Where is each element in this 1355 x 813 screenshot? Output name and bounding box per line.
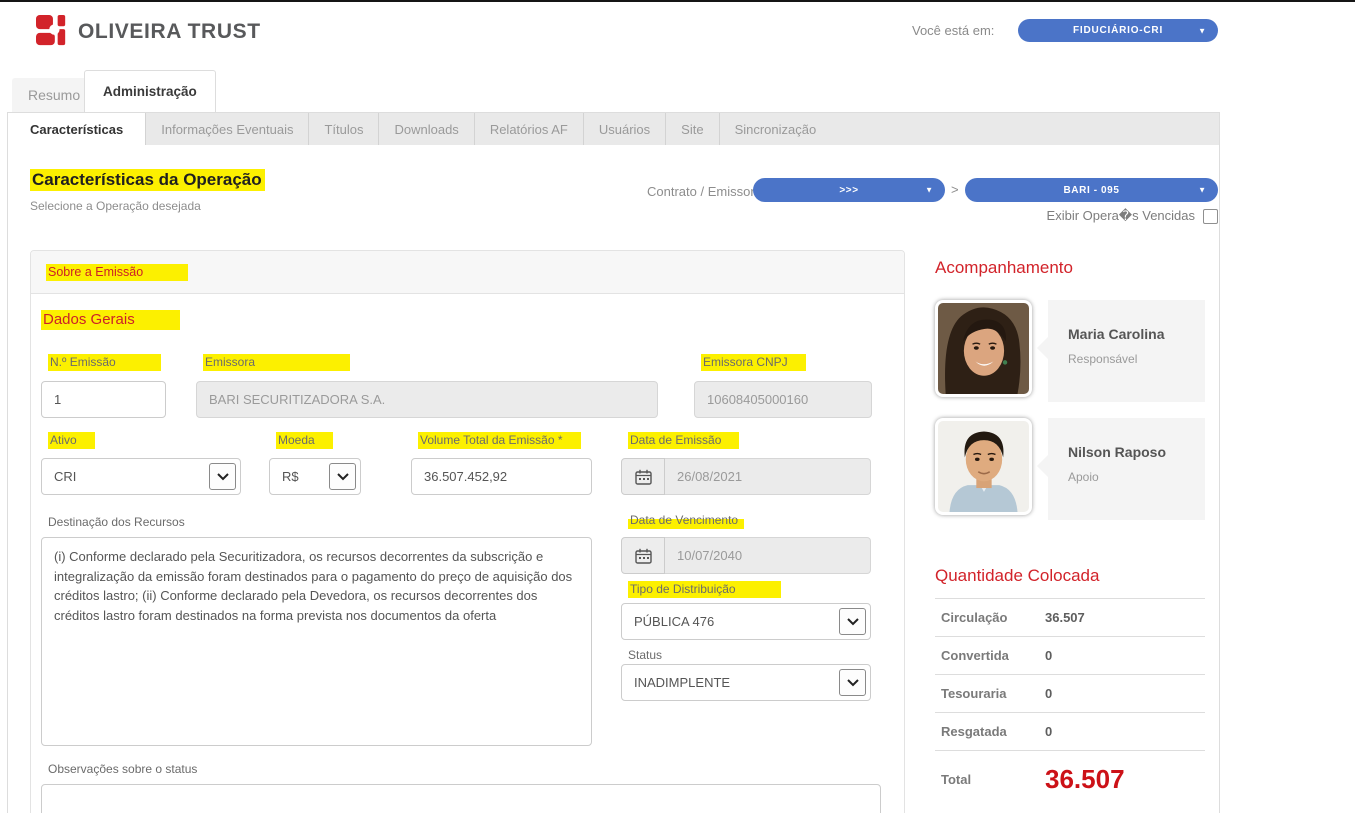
person-card-nilson: Nilson Raposo Apoio [1048,418,1205,520]
numero-emissao-label: N.º Emissão [48,355,161,369]
chevron-down-icon [839,608,866,635]
observacoes-input[interactable] [41,784,881,813]
chevron-down-icon: ▼ [1198,185,1206,194]
app-window: OLIVEIRA TRUST Você está em: FIDUCIÁRIO-… [0,0,1355,813]
tipo-distribuicao-select[interactable]: PÚBLICA 476 [621,603,871,640]
dados-gerais-title: Dados Gerais [41,311,180,328]
page-title: Características da Operação [30,170,265,190]
table-row: Circulação 36.507 [935,598,1205,636]
context-dropdown-value: FIDUCIÁRIO-CRI [1073,25,1163,36]
table-row: Tesouraria 0 [935,674,1205,712]
contract-emissor-label: Contrato / Emissor [647,184,755,199]
operation-dropdown[interactable]: BARI - 095 ▼ [965,178,1218,202]
emissora-cnpj-input [694,381,872,418]
row-value: 36.507 [1045,610,1085,625]
subtab-site[interactable]: Site [665,113,718,145]
row-value: 0 [1045,648,1052,663]
chevron-down-icon [329,463,356,490]
row-label: Resgatada [935,724,1045,739]
page-subtitle: Selecione a Operação desejada [30,199,201,213]
panel-title: Sobre a Emissão [46,265,188,279]
person-role: Apoio [1068,470,1099,484]
you-are-in-label: Você está em: [912,23,994,38]
moeda-label: Moeda [276,433,333,447]
quantidade-colocada-title: Quantidade Colocada [935,566,1099,586]
data-vencimento-label: Data de Vencimento [628,513,744,527]
emissora-input [196,381,658,418]
status-label: Status [628,648,662,662]
chevron-down-icon: ▼ [1198,26,1206,35]
expired-operations-checkbox[interactable] [1203,209,1218,224]
subtab-titulos[interactable]: Títulos [308,113,378,145]
chevron-down-icon: ▼ [925,185,933,194]
calendar-icon[interactable] [621,537,665,574]
destinacao-label: Destinação dos Recursos [48,515,185,529]
observacoes-label: Observações sobre o status [48,762,197,776]
emissora-label: Emissora [203,355,350,369]
ativo-select[interactable]: CRI [41,458,241,495]
table-row: Resgatada 0 [935,712,1205,750]
subtab-downloads[interactable]: Downloads [378,113,473,145]
avatar-maria-carolina [935,300,1032,397]
volume-total-input[interactable] [411,458,592,495]
row-label: Tesouraria [935,686,1045,701]
tab-administracao[interactable]: Administração [84,70,216,112]
header: OLIVEIRA TRUST Você está em: FIDUCIÁRIO-… [0,2,1355,58]
data-vencimento-group [621,537,871,574]
ativo-label: Ativo [48,433,95,447]
tipo-distribuicao-label: Tipo de Distribuição [628,582,781,596]
data-vencimento-input [665,537,871,574]
row-value: 0 [1045,724,1052,739]
table-row: Convertida 0 [935,636,1205,674]
sobre-a-emissao-panel: Sobre a Emissão Dados Gerais N.º Emissão… [30,250,905,813]
quantidade-colocada-table: Circulação 36.507 Convertida 0 Tesourari… [935,598,1205,808]
row-label: Circulação [935,610,1045,625]
subtab-relatorios-af[interactable]: Relatórios AF [474,113,583,145]
destinacao-textarea[interactable]: (i) Conforme declarado pela Securitizado… [41,537,592,746]
sub-tab-bar: Características Informações Eventuais Tí… [7,112,1220,145]
person-role: Responsável [1068,352,1137,366]
volume-total-label: Volume Total da Emissão * [418,433,581,447]
acompanhamento-title: Acompanhamento [935,258,1073,278]
avatar-nilson-raposo [935,418,1032,515]
row-value: 0 [1045,686,1052,701]
person-name: Maria Carolina [1068,326,1164,342]
total-label: Total [935,772,1045,787]
table-row-total: Total 36.507 [935,750,1205,808]
emissora-cnpj-label: Emissora CNPJ [701,355,806,369]
brand-name: OLIVEIRA TRUST [78,20,261,44]
total-value: 36.507 [1045,764,1125,795]
person-name: Nilson Raposo [1068,444,1166,460]
numero-emissao-input[interactable] [41,381,166,418]
chevron-down-icon [209,463,236,490]
status-select[interactable]: INADIMPLENTE [621,664,871,701]
chevron-down-icon [839,669,866,696]
data-emissao-label: Data de Emissão [628,433,739,447]
data-emissao-group [621,458,871,495]
contract-dropdown[interactable]: >>> ▼ [753,178,945,202]
row-label: Convertida [935,648,1045,663]
calendar-icon[interactable] [621,458,665,495]
context-dropdown[interactable]: FIDUCIÁRIO-CRI ▼ [1018,19,1218,42]
data-emissao-input [665,458,871,495]
subtab-informacoes-eventuais[interactable]: Informações Eventuais [145,113,308,145]
subtab-caracteristicas[interactable]: Características [8,113,145,145]
expired-operations-row: Exibir Opera�s Vencidas [965,208,1218,224]
subtab-usuarios[interactable]: Usuários [583,113,665,145]
expired-operations-label: Exibir Opera�s Vencidas [1047,208,1195,224]
contract-separator: > [951,182,959,197]
subtab-sincronizacao[interactable]: Sincronização [719,113,832,145]
moeda-select[interactable]: R$ [269,458,361,495]
oliveira-trust-logo-icon [36,15,68,47]
person-card-maria: Maria Carolina Responsável [1048,300,1205,402]
panel-header: Sobre a Emissão [31,251,904,294]
